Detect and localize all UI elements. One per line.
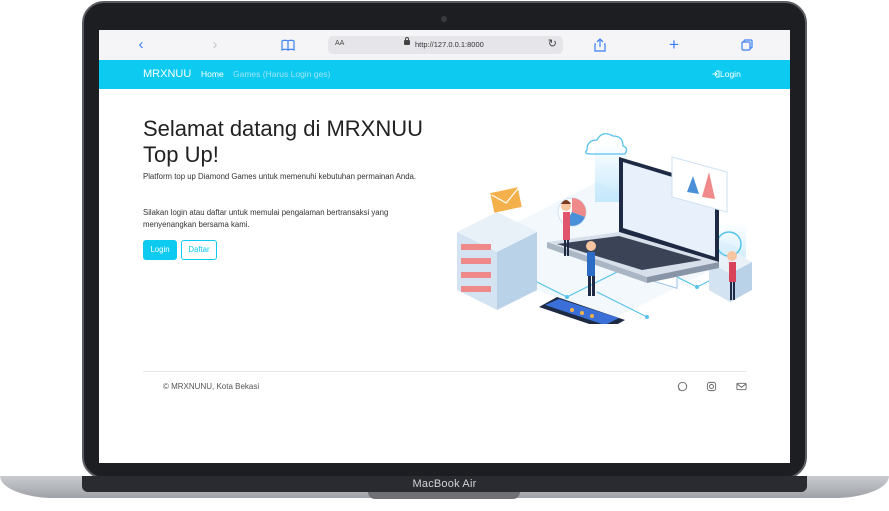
share-icon[interactable] bbox=[594, 38, 606, 52]
bookmarks-icon[interactable] bbox=[281, 39, 295, 51]
hero-paragraph-1: Platform top up Diamond Games untuk meme… bbox=[143, 172, 417, 181]
login-icon bbox=[712, 70, 720, 78]
mail-icon[interactable] bbox=[736, 381, 747, 392]
whatsapp-icon[interactable] bbox=[677, 381, 688, 392]
back-icon[interactable]: ‹ bbox=[131, 30, 151, 60]
url-text[interactable]: http://127.0.0.1:8000 bbox=[415, 40, 484, 49]
text-size-button[interactable]: AA bbox=[335, 40, 344, 47]
webcam bbox=[441, 16, 447, 22]
hero-illustration bbox=[457, 133, 752, 324]
instagram-icon[interactable] bbox=[706, 381, 717, 392]
server-illustration bbox=[457, 212, 537, 310]
model-label: MacBook Air bbox=[412, 478, 477, 490]
laptop-notch bbox=[368, 492, 520, 499]
brand-link[interactable]: MRXNUU bbox=[143, 68, 191, 80]
nav-login-label: Login bbox=[720, 69, 741, 79]
lock-icon bbox=[404, 37, 410, 45]
new-tab-icon[interactable]: + bbox=[664, 30, 684, 60]
forward-icon[interactable]: › bbox=[205, 30, 225, 60]
address-bar[interactable]: AA http://127.0.0.1:8000 ↻ bbox=[328, 36, 563, 54]
footer-divider bbox=[143, 371, 746, 372]
nav-games-link[interactable]: Games (Harus Login ges) bbox=[233, 69, 330, 79]
hero-title: Selamat datang di MRXNUU Top Up! bbox=[143, 116, 424, 167]
nav-home-link[interactable]: Home bbox=[201, 69, 224, 79]
tabs-icon[interactable] bbox=[741, 39, 753, 51]
browser-toolbar: ‹ › AA http://127.0.0.1:8000 ↻ + bbox=[99, 30, 790, 61]
footer-copyright: © MRXNUNU, Kota Bekasi bbox=[163, 382, 260, 391]
hero-paragraph-2: Silakan login atau daftar untuk memulai … bbox=[143, 208, 389, 229]
register-button[interactable]: Daftar bbox=[181, 240, 217, 260]
reload-icon[interactable]: ↻ bbox=[548, 37, 557, 50]
screen: ‹ › AA http://127.0.0.1:8000 ↻ + MRXNUU … bbox=[99, 30, 790, 463]
nav-login-link[interactable]: Login bbox=[712, 69, 741, 79]
login-button[interactable]: Login bbox=[143, 240, 177, 260]
